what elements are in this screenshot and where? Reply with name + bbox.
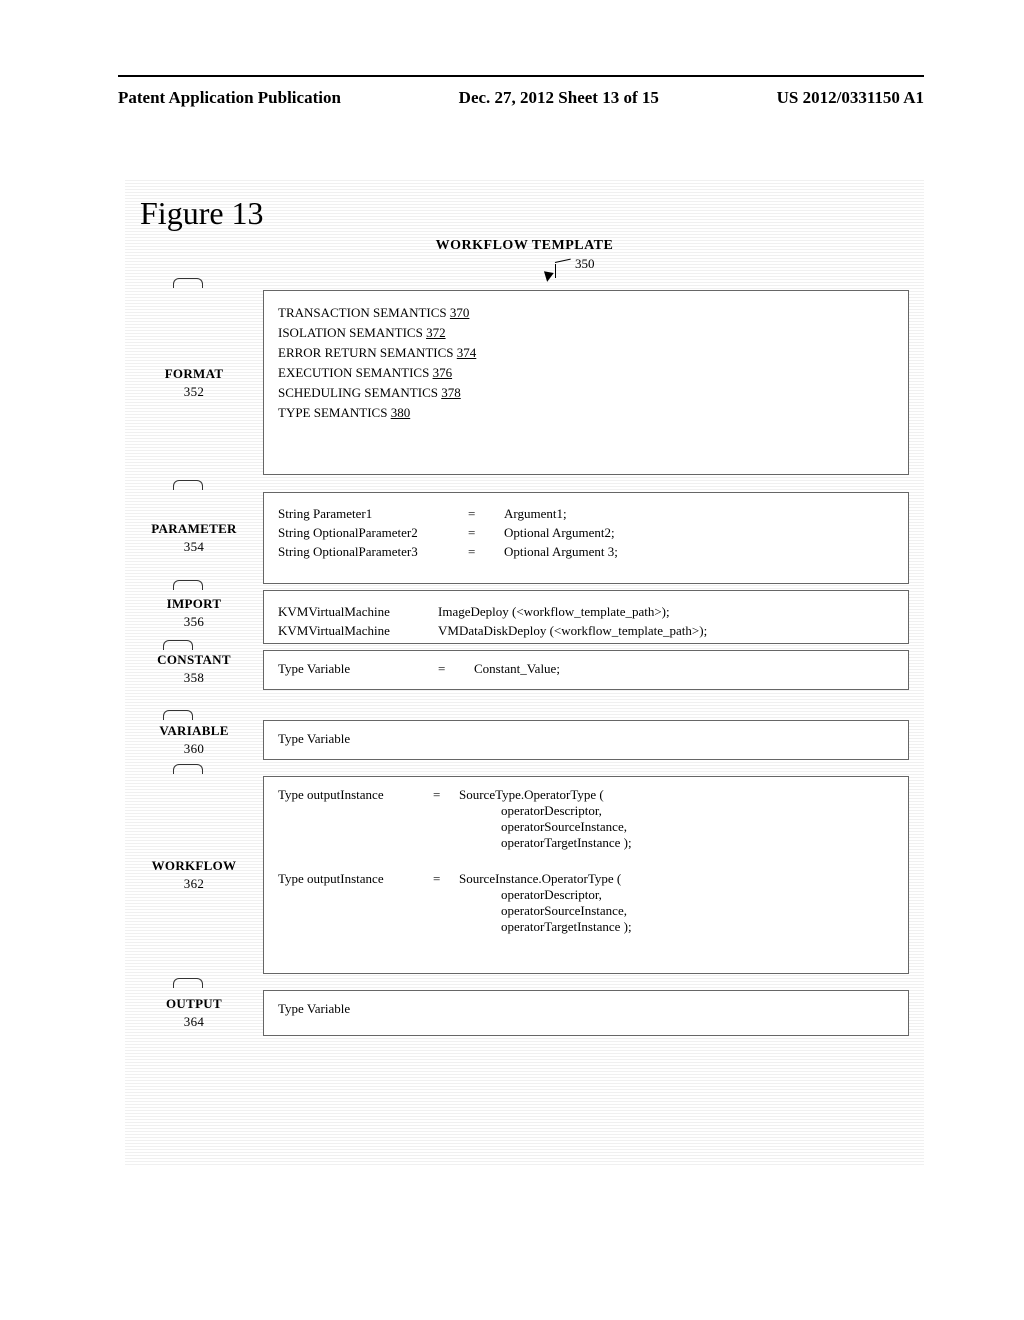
row-variable: VARIABLE 360 Type Variable	[125, 720, 909, 760]
tick-workflow	[173, 764, 203, 774]
header-rule	[118, 75, 924, 77]
param-r2: String OptionalParameter2 = Optional Arg…	[278, 525, 894, 541]
label-output-ref: 364	[125, 1014, 263, 1030]
output-text: Type Variable	[278, 1001, 350, 1016]
box-variable: Type Variable	[263, 720, 909, 760]
label-variable-text: VARIABLE	[125, 723, 263, 739]
wf-block-2: Type outputInstance = SourceInstance.Ope…	[278, 871, 894, 935]
content-area: FORMAT 352 TRANSACTION SEMANTICS 370 ISO…	[125, 290, 924, 1155]
figure-container: Figure 13 WORKFLOW TEMPLATE 350 FORMAT 3…	[125, 180, 924, 1165]
arrow-350	[551, 262, 571, 286]
label-format-text: FORMAT	[125, 366, 263, 382]
tick-variable	[163, 710, 193, 720]
row-workflow: WORKFLOW 362 Type outputInstance = Sourc…	[125, 776, 909, 974]
import-r2: KVMVirtualMachine VMDataDiskDeploy (<wor…	[278, 623, 894, 639]
ref-350: 350	[575, 256, 595, 272]
variable-text: Type Variable	[278, 731, 350, 746]
format-l5: SCHEDULING SEMANTICS 378	[278, 385, 894, 401]
wf-block-1: Type outputInstance = SourceType.Operato…	[278, 787, 894, 851]
header-left: Patent Application Publication	[118, 88, 341, 108]
tick-parameter	[173, 480, 203, 490]
param-r3: String OptionalParameter3 = Optional Arg…	[278, 544, 894, 560]
label-import-text: IMPORT	[125, 596, 263, 612]
const-r1: Type Variable = Constant_Value;	[278, 661, 894, 677]
label-variable-ref: 360	[125, 741, 263, 757]
label-workflow-text: WORKFLOW	[125, 858, 263, 874]
label-constant-text: CONSTANT	[125, 652, 263, 668]
box-constant: Type Variable = Constant_Value;	[263, 650, 909, 690]
box-parameter: String Parameter1 = Argument1; String Op…	[263, 492, 909, 584]
box-output: Type Variable	[263, 990, 909, 1036]
page-header: Patent Application Publication Dec. 27, …	[118, 88, 924, 108]
label-format-ref: 352	[125, 384, 263, 400]
label-output: OUTPUT 364	[125, 990, 263, 1036]
row-format: FORMAT 352 TRANSACTION SEMANTICS 370 ISO…	[125, 290, 909, 475]
label-workflow-ref: 362	[125, 876, 263, 892]
row-output: OUTPUT 364 Type Variable	[125, 990, 909, 1036]
row-import: IMPORT 356 KVMVirtualMachine ImageDeploy…	[125, 590, 909, 644]
format-l3: ERROR RETURN SEMANTICS 374	[278, 345, 894, 361]
box-import: KVMVirtualMachine ImageDeploy (<workflow…	[263, 590, 909, 644]
label-parameter-text: PARAMETER	[125, 521, 263, 537]
tick-format	[173, 278, 203, 288]
param-r1: String Parameter1 = Argument1;	[278, 506, 894, 522]
row-constant: CONSTANT 358 Type Variable = Constant_Va…	[125, 650, 909, 690]
header-right: US 2012/0331150 A1	[777, 88, 924, 108]
label-format: FORMAT 352	[125, 290, 263, 475]
label-parameter-ref: 354	[125, 539, 263, 555]
tick-import	[173, 580, 203, 590]
label-constant: CONSTANT 358	[125, 650, 263, 690]
header-center: Dec. 27, 2012 Sheet 13 of 15	[459, 88, 659, 108]
label-import-ref: 356	[125, 614, 263, 630]
tick-constant	[163, 640, 193, 650]
figure-title: Figure 13	[140, 195, 264, 232]
label-parameter: PARAMETER 354	[125, 492, 263, 584]
format-l1: TRANSACTION SEMANTICS 370	[278, 305, 894, 321]
workflow-template-title: WORKFLOW TEMPLATE	[436, 238, 614, 254]
label-constant-ref: 358	[125, 670, 263, 686]
label-variable: VARIABLE 360	[125, 720, 263, 760]
row-parameter: PARAMETER 354 String Parameter1 = Argume…	[125, 492, 909, 584]
format-l4: EXECUTION SEMANTICS 376	[278, 365, 894, 381]
label-workflow: WORKFLOW 362	[125, 776, 263, 974]
import-r1: KVMVirtualMachine ImageDeploy (<workflow…	[278, 604, 894, 620]
format-l2: ISOLATION SEMANTICS 372	[278, 325, 894, 341]
label-import: IMPORT 356	[125, 590, 263, 644]
tick-output	[173, 978, 203, 988]
label-output-text: OUTPUT	[125, 996, 263, 1012]
box-workflow: Type outputInstance = SourceType.Operato…	[263, 776, 909, 974]
arrow-head-350	[542, 271, 554, 283]
box-format: TRANSACTION SEMANTICS 370 ISOLATION SEMA…	[263, 290, 909, 475]
format-l6: TYPE SEMANTICS 380	[278, 405, 894, 421]
